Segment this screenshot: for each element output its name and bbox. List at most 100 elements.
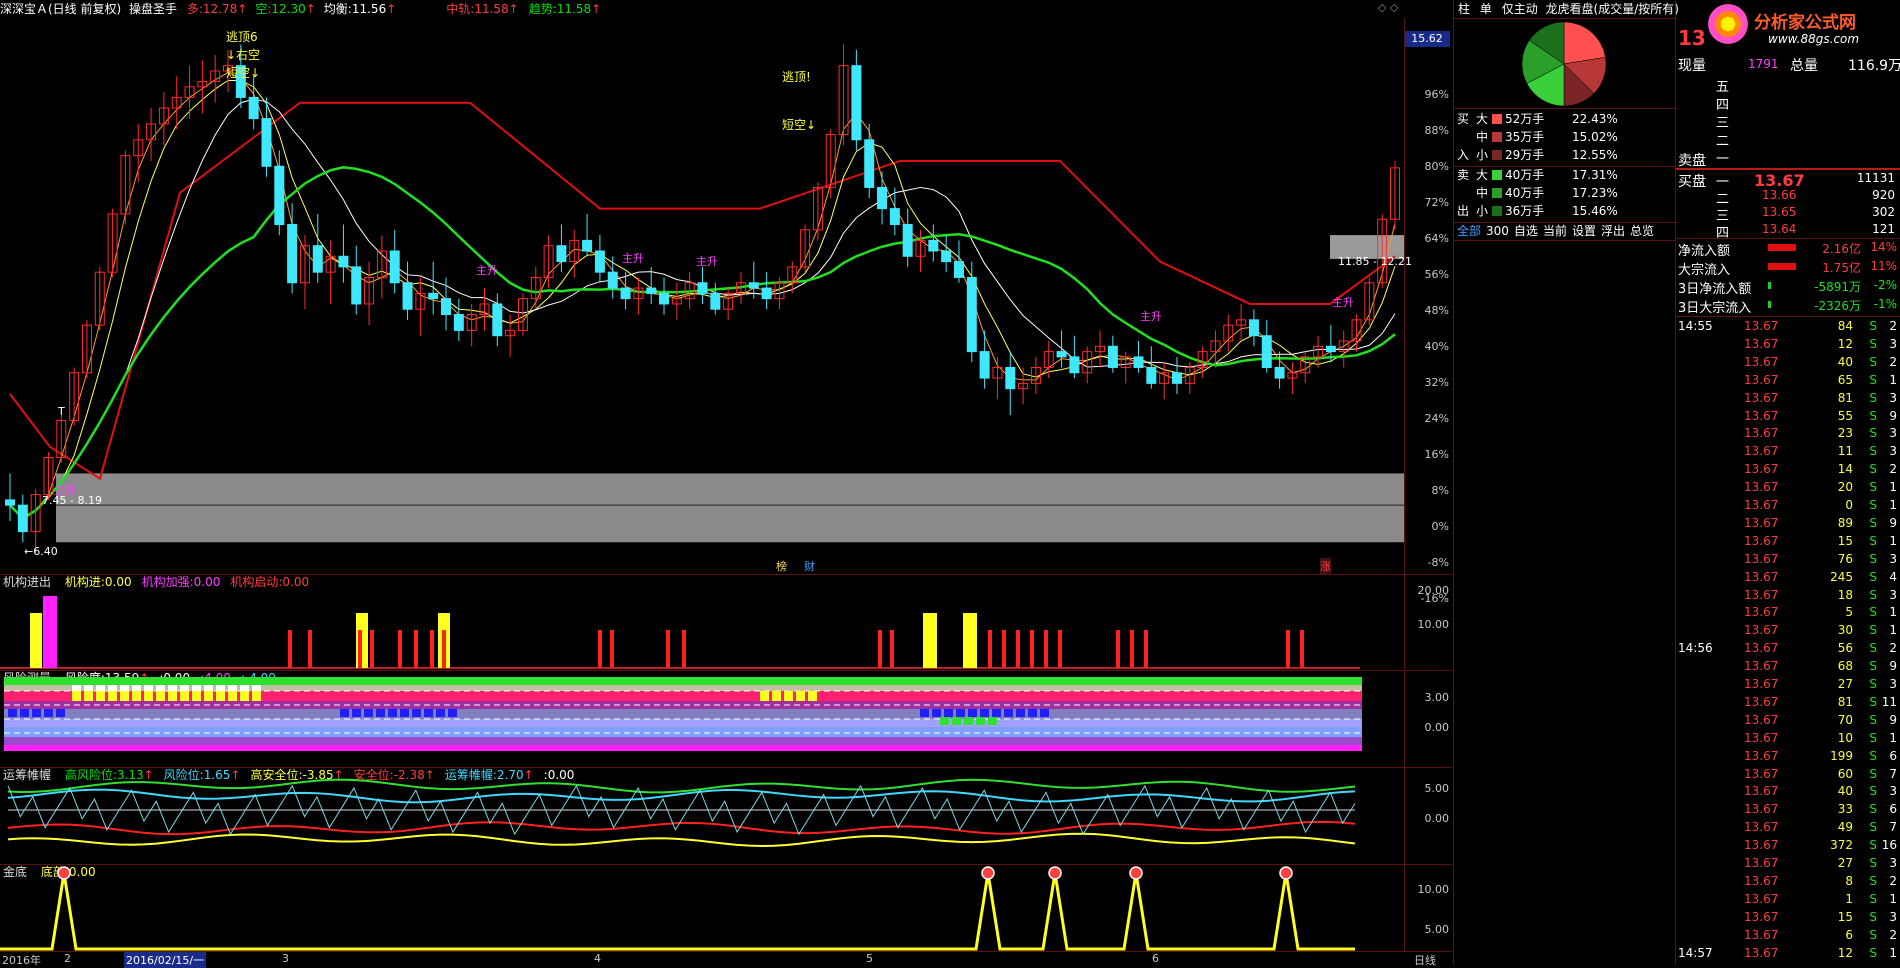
xaxis-month: 5	[866, 952, 873, 965]
panel-tab-0[interactable]: 全部	[1457, 224, 1481, 238]
tick-side: S	[1869, 623, 1877, 638]
flow-size: 小	[1476, 148, 1489, 162]
tick-row: 13.67 10 S 1	[1676, 731, 1900, 749]
tick-side: S	[1869, 408, 1877, 423]
low-price-label: ←6.40	[24, 545, 58, 558]
tick-row: 13.67 15 S 3	[1676, 910, 1900, 928]
tick-price: 13.67	[1744, 623, 1779, 638]
up-arrow-icon: ↑	[386, 2, 397, 16]
candle-body	[594, 250, 605, 273]
candle-body	[1107, 345, 1118, 368]
tab-bar[interactable]: 柱	[1458, 2, 1470, 16]
ma10-line	[9, 98, 1396, 520]
buy-level-volume: 920	[1872, 188, 1895, 202]
tick-price: 13.67	[1744, 498, 1779, 512]
tick-price: 13.67	[1744, 927, 1779, 942]
chart-area[interactable]: 深深宝Ａ(日线 前复权) 操盘圣手 多:12.78↑ 空:12.30↑ 均衡:11.…	[0, 0, 1453, 968]
candle-body	[1248, 319, 1259, 337]
rise-tag: 主升	[1332, 296, 1354, 309]
tab-dragon-tiger[interactable]: 龙虎看盘(成交量/按所有)	[1546, 2, 1679, 16]
tick-side: S	[1869, 766, 1877, 781]
risk-cell	[8, 709, 17, 717]
candle-body	[953, 261, 964, 278]
risk-cell	[424, 709, 433, 717]
window-control-icon[interactable]: ◇ ◇	[1378, 1, 1398, 14]
kline-chart[interactable]	[0, 18, 1404, 574]
panel-tab-4[interactable]: 设置	[1572, 224, 1596, 238]
risk-cell	[1028, 709, 1037, 717]
risk-cell	[340, 709, 349, 717]
tick-side: S	[1869, 891, 1877, 906]
panel-tab-5[interactable]: 浮出	[1601, 224, 1625, 238]
period-label[interactable]: 日线	[1414, 952, 1436, 968]
tick-row: 13.67 65 S 1	[1676, 373, 1900, 391]
panel-tab-2[interactable]: 自选	[1514, 224, 1538, 238]
t-marker: T	[58, 405, 65, 418]
flow-bar	[1768, 263, 1796, 270]
top-annot-1: 逃顶6 ↓右空 短空↓	[226, 28, 260, 82]
flow-side: 卖	[1457, 168, 1470, 182]
candle-body	[402, 282, 413, 310]
risk-cell	[120, 685, 129, 691]
panel-tab-6[interactable]: 总览	[1630, 224, 1654, 238]
tick-side: S	[1869, 426, 1877, 441]
gold-bottom-chart[interactable]	[0, 865, 1404, 951]
flow-pct: -2%	[1873, 278, 1897, 292]
event-marker-bang[interactable]: 榜	[776, 558, 787, 574]
tick-side: S	[1869, 551, 1877, 566]
risk-cell	[96, 685, 105, 691]
risk-cell	[168, 691, 177, 701]
institution-flow-chart[interactable]	[0, 575, 1404, 669]
risk-cell	[988, 717, 997, 725]
flow-bar	[1768, 244, 1796, 251]
header-item: 空:12.30↑	[255, 2, 315, 16]
quote-divider	[1676, 238, 1900, 239]
tick-price: 13.67	[1744, 533, 1779, 548]
pane2-axis: 3.00 0.00	[1404, 671, 1453, 767]
candle-body	[1146, 366, 1157, 384]
tab-single[interactable]: 单	[1480, 2, 1492, 16]
tick-row: 13.67 89 S 9	[1676, 516, 1900, 534]
institution-bar	[666, 630, 670, 668]
panel-tab-1[interactable]: 300	[1486, 224, 1509, 238]
tick-count: 1	[1889, 480, 1897, 495]
tick-volume: 84	[1837, 319, 1853, 333]
tab-active-only[interactable]: 仅主动	[1502, 2, 1538, 16]
tick-side: S	[1869, 336, 1877, 351]
tick-price: 13.67	[1744, 408, 1779, 423]
institution-bar	[1002, 630, 1006, 668]
tick-row: 13.67 60 S 7	[1676, 767, 1900, 785]
axis-tick-label: 32%	[1424, 376, 1449, 389]
pane3-axis: 5.00 0.00	[1404, 768, 1453, 864]
tick-count: 16	[1881, 838, 1897, 853]
tick-count: 1	[1889, 945, 1897, 960]
risk-cell	[436, 709, 445, 717]
institution-bar	[598, 630, 602, 668]
tick-side: S	[1869, 480, 1877, 495]
tick-row: 13.67 14 S 2	[1676, 462, 1900, 480]
institution-bar	[988, 630, 992, 668]
axis-tick-label: 8%	[1431, 484, 1449, 497]
flow-side: 出	[1457, 204, 1470, 218]
tick-price: 13.67	[1744, 694, 1779, 709]
tick-count: 2	[1889, 873, 1897, 888]
event-marker-cai[interactable]: 财	[804, 558, 815, 574]
risk-cell	[808, 691, 817, 701]
axis-tick-label: 64%	[1424, 232, 1449, 245]
xaxis-cursor-date[interactable]: 2016/02/15/一	[124, 952, 207, 968]
risk-cell	[252, 691, 261, 701]
strategy-chart[interactable]	[0, 768, 1404, 864]
header-item-value: 11.58	[474, 2, 509, 16]
risk-measure-chart[interactable]	[0, 671, 1404, 767]
event-marker-zhang[interactable]: 涨	[1320, 558, 1331, 574]
tick-price: 13.67	[1744, 712, 1779, 727]
flow-percent: 15.46%	[1572, 204, 1618, 218]
risk-cell	[120, 691, 129, 701]
tick-count: 1	[1889, 623, 1897, 638]
xianliang-label: 现量	[1678, 58, 1706, 74]
indicator-name: 操盘圣手	[129, 2, 178, 16]
risk-cell	[216, 691, 225, 701]
tick-side: S	[1869, 462, 1877, 477]
panel-tab-3[interactable]: 当前	[1543, 224, 1567, 238]
risk-cell	[84, 685, 93, 691]
